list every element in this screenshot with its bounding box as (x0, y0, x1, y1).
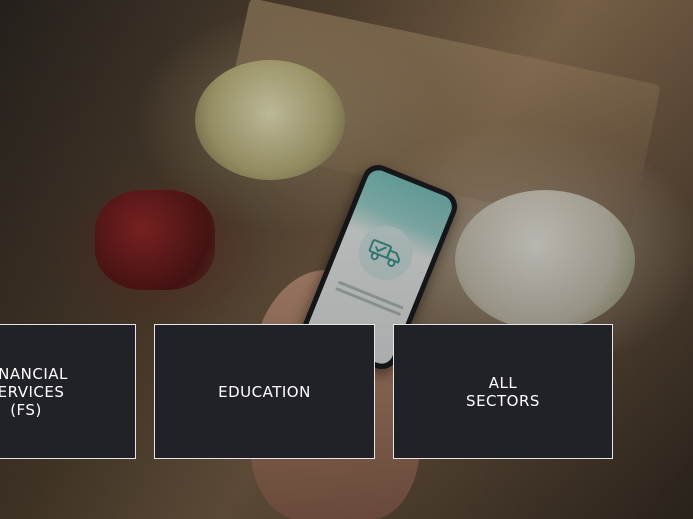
sector-tile-label: EDUCATION (218, 382, 311, 401)
sector-tile-all-sectors[interactable]: ALL SECTORS (393, 324, 613, 459)
sector-tile-financial-services[interactable]: FINANCIAL SERVICES (FS) (0, 324, 136, 459)
hero-background: FINANCIAL SERVICES (FS) EDUCATION ALL SE… (0, 0, 693, 519)
sector-tile-education[interactable]: EDUCATION (154, 324, 375, 459)
sector-tile-label: FINANCIAL SERVICES (FS) (0, 364, 68, 419)
sector-tile-label: ALL SECTORS (466, 373, 540, 410)
